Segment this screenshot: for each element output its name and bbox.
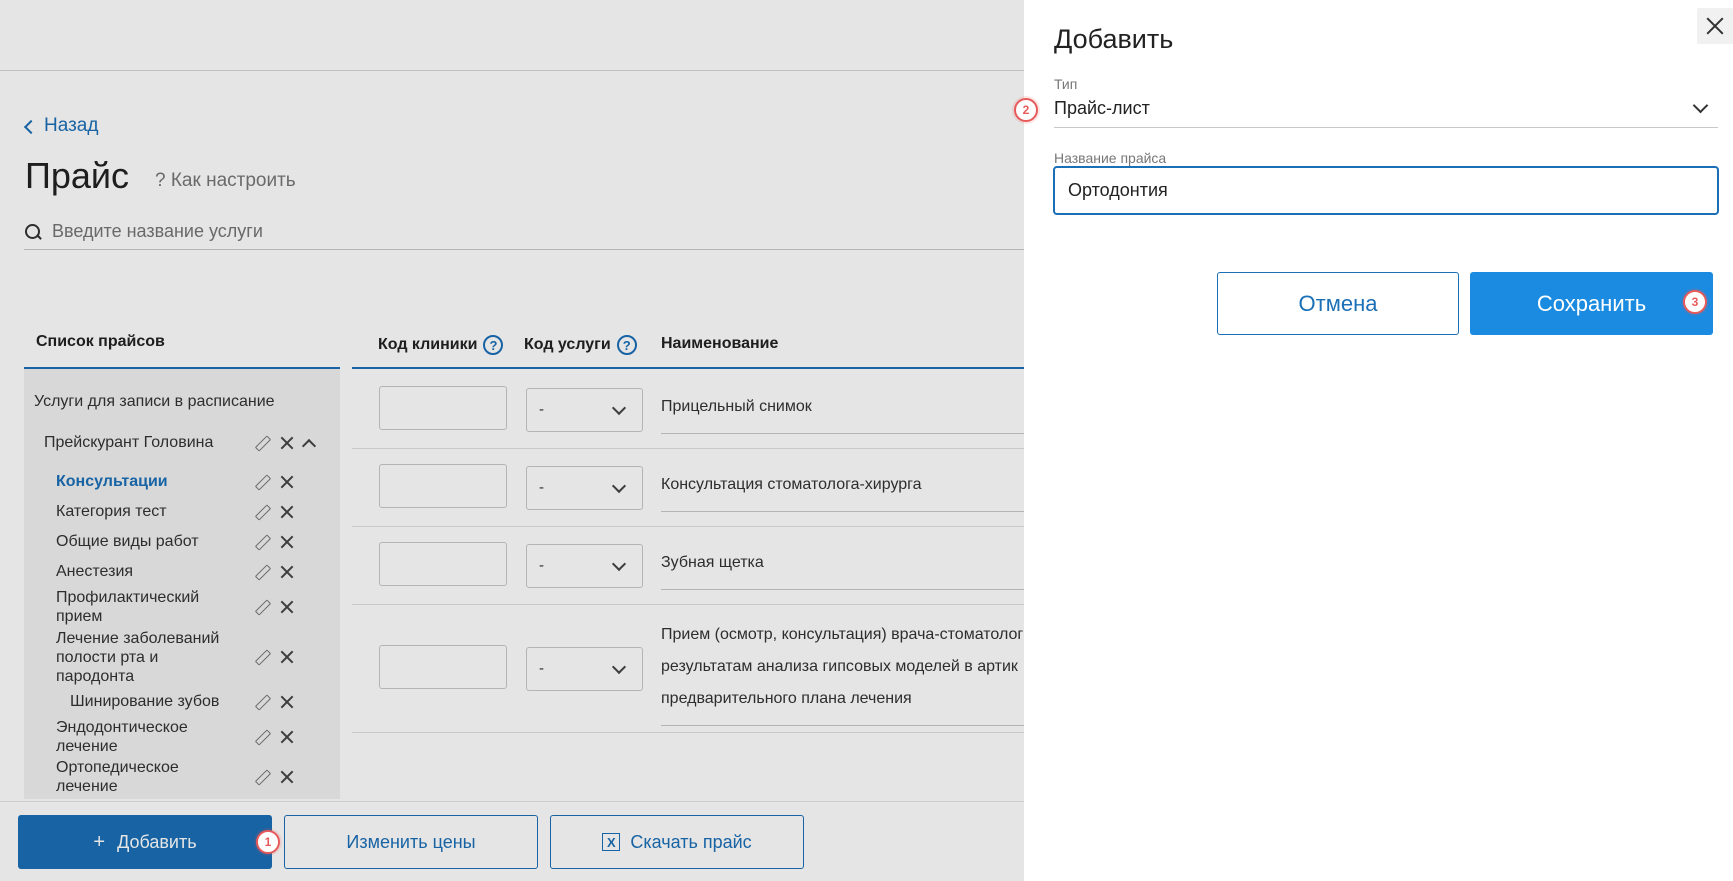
modal-backdrop[interactable] [0, 0, 1024, 881]
price-name-label: Название прайса [1054, 150, 1167, 166]
add-drawer: Добавить Тип Прайс-лист Название прайса … [1024, 0, 1733, 881]
step-marker-2: 2 [1014, 98, 1038, 122]
step-marker-3: 3 [1683, 290, 1707, 314]
type-value: Прайс-лист [1054, 98, 1150, 118]
close-button[interactable] [1697, 8, 1733, 44]
chevron-down-icon [1692, 97, 1709, 114]
price-name-input[interactable] [1053, 166, 1719, 215]
drawer-title: Добавить [1054, 24, 1174, 54]
close-icon [1706, 17, 1724, 35]
cancel-button[interactable]: Отмена [1217, 272, 1459, 335]
step-marker-1: 1 [256, 830, 280, 854]
type-select[interactable]: Прайс-лист [1054, 92, 1718, 128]
save-button[interactable]: Сохранить [1470, 272, 1713, 335]
type-label: Тип [1054, 76, 1078, 92]
